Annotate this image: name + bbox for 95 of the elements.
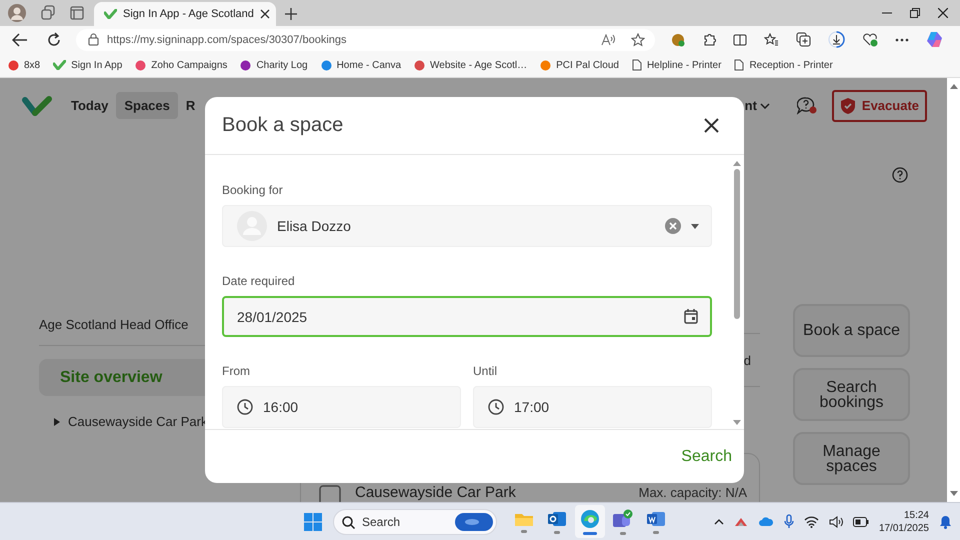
document-icon bbox=[734, 59, 744, 71]
cloud-icon[interactable] bbox=[758, 516, 774, 526]
address-bar[interactable]: https://my.signinapp.com/spaces/30307/bookings bbox=[76, 28, 655, 50]
shield-icon bbox=[840, 96, 856, 114]
collections-icon[interactable] bbox=[796, 32, 811, 47]
close-icon[interactable] bbox=[938, 8, 948, 18]
nav-tab[interactable]: Spaces bbox=[116, 92, 178, 119]
bookmark-link[interactable]: Sign In App bbox=[71, 60, 122, 70]
clock-icon bbox=[237, 399, 253, 415]
bookmark-link[interactable]: Helpline - Printer bbox=[646, 60, 722, 70]
copilot-icon[interactable] bbox=[926, 31, 943, 48]
document-app-icon bbox=[646, 510, 666, 528]
microphone-icon[interactable] bbox=[784, 514, 794, 529]
site-logo-icon bbox=[135, 60, 146, 70]
caret-icon[interactable] bbox=[54, 418, 60, 426]
health-icon[interactable] bbox=[862, 32, 878, 47]
scroll-down-icon bbox=[733, 420, 741, 425]
dialog-title: Book a space bbox=[222, 114, 344, 137]
field-label: Until bbox=[473, 364, 498, 378]
restore-icon[interactable] bbox=[910, 8, 920, 18]
close-icon[interactable] bbox=[260, 9, 270, 19]
puzzle-icon[interactable] bbox=[702, 32, 716, 46]
caret-down-icon bbox=[691, 224, 699, 228]
action-button[interactable]: Search bookings bbox=[793, 368, 910, 421]
tab-actions-icon[interactable] bbox=[70, 6, 84, 20]
windows-start-icon[interactable] bbox=[304, 512, 322, 530]
star-icon[interactable] bbox=[631, 32, 645, 46]
search-icon bbox=[342, 516, 355, 528]
bookmark-link[interactable]: Reception - Printer bbox=[749, 60, 833, 70]
scrollbar-thumb[interactable] bbox=[734, 169, 740, 319]
lock-icon bbox=[88, 33, 99, 46]
bookmark-link[interactable]: Home - Canva bbox=[336, 60, 402, 70]
calendar-icon[interactable] bbox=[684, 309, 698, 324]
download-icon[interactable] bbox=[828, 31, 845, 48]
evacuate-button[interactable]: Evacuate bbox=[832, 90, 927, 122]
site-logo-icon bbox=[240, 60, 252, 70]
close-button[interactable] bbox=[704, 118, 719, 133]
help-chat-icon[interactable] bbox=[796, 96, 817, 114]
scroll-down-icon bbox=[950, 491, 958, 496]
field-label: From bbox=[222, 364, 251, 378]
row-text: d bbox=[744, 352, 751, 368]
action-button[interactable]: Manage spaces bbox=[793, 432, 910, 485]
search-button[interactable]: Search bbox=[681, 444, 732, 470]
date-field[interactable]: 28/01/2025 bbox=[222, 296, 712, 337]
chevron-down-icon bbox=[760, 102, 770, 108]
action-button[interactable]: Book a space bbox=[793, 304, 910, 357]
person-select[interactable]: Elisa Dozzo bbox=[222, 205, 712, 247]
nav-menu[interactable]: nt bbox=[744, 98, 757, 113]
mail-app-icon bbox=[547, 510, 567, 528]
chat-app-icon bbox=[612, 508, 634, 528]
bookmark-link[interactable]: Zoho Campaigns bbox=[151, 60, 228, 70]
taskbar-app[interactable] bbox=[575, 505, 605, 538]
nav-tab[interactable]: R bbox=[178, 92, 204, 119]
time-field[interactable]: 16:00 bbox=[222, 386, 461, 428]
clock-date[interactable]: 17/01/2025 bbox=[878, 522, 929, 534]
more-icon[interactable] bbox=[895, 38, 909, 42]
field-label: Booking for bbox=[222, 183, 284, 197]
wifi-icon[interactable] bbox=[804, 516, 819, 528]
clear-icon[interactable] bbox=[665, 218, 681, 234]
document-icon bbox=[632, 59, 642, 71]
new-tab-icon[interactable] bbox=[285, 8, 297, 20]
back-icon[interactable] bbox=[12, 32, 28, 46]
help-icon[interactable] bbox=[892, 167, 908, 183]
battery-icon[interactable] bbox=[852, 516, 869, 526]
site-logo-icon bbox=[320, 60, 332, 70]
time-field[interactable]: 17:00 bbox=[473, 386, 712, 428]
reload-icon[interactable] bbox=[46, 32, 62, 48]
site-logo-icon bbox=[8, 60, 19, 70]
bookmark-link[interactable]: Charity Log bbox=[256, 60, 308, 70]
checkmark-logo-icon bbox=[104, 9, 117, 19]
browser-tab[interactable]: Sign In App - Age Scotland bbox=[94, 2, 276, 26]
split-screen-icon[interactable] bbox=[733, 32, 747, 46]
bookmark-link[interactable]: PCI Pal Cloud bbox=[556, 60, 619, 70]
browser-app-icon bbox=[580, 508, 600, 528]
logo-icon[interactable] bbox=[22, 94, 52, 116]
volume-icon[interactable] bbox=[828, 516, 843, 528]
chevron-up-icon[interactable] bbox=[714, 518, 724, 524]
nav-tab[interactable]: Today bbox=[63, 92, 116, 119]
clock-icon bbox=[488, 399, 504, 415]
notification-bell-icon[interactable] bbox=[939, 514, 952, 528]
extension-badge-icon[interactable] bbox=[671, 32, 685, 46]
scroll-up-icon bbox=[733, 161, 741, 166]
site-logo-icon bbox=[414, 60, 426, 70]
profile-avatar-icon[interactable] bbox=[8, 4, 26, 22]
tray-app-icon[interactable] bbox=[734, 516, 748, 528]
capacity-text: Max. capacity: N/A bbox=[638, 485, 747, 500]
scroll-up-icon bbox=[950, 84, 958, 89]
clock-time[interactable]: 15:24 bbox=[878, 508, 929, 522]
favorites-icon[interactable] bbox=[764, 32, 779, 46]
bookmark-link[interactable]: Website - Age Scotl… bbox=[430, 60, 528, 70]
read-aloud-icon[interactable] bbox=[601, 34, 615, 46]
field-label: Date required bbox=[222, 274, 296, 288]
site-logo-icon bbox=[540, 60, 552, 70]
bookmark-link[interactable]: 8x8 bbox=[24, 60, 40, 70]
workspaces-icon[interactable] bbox=[40, 5, 56, 21]
